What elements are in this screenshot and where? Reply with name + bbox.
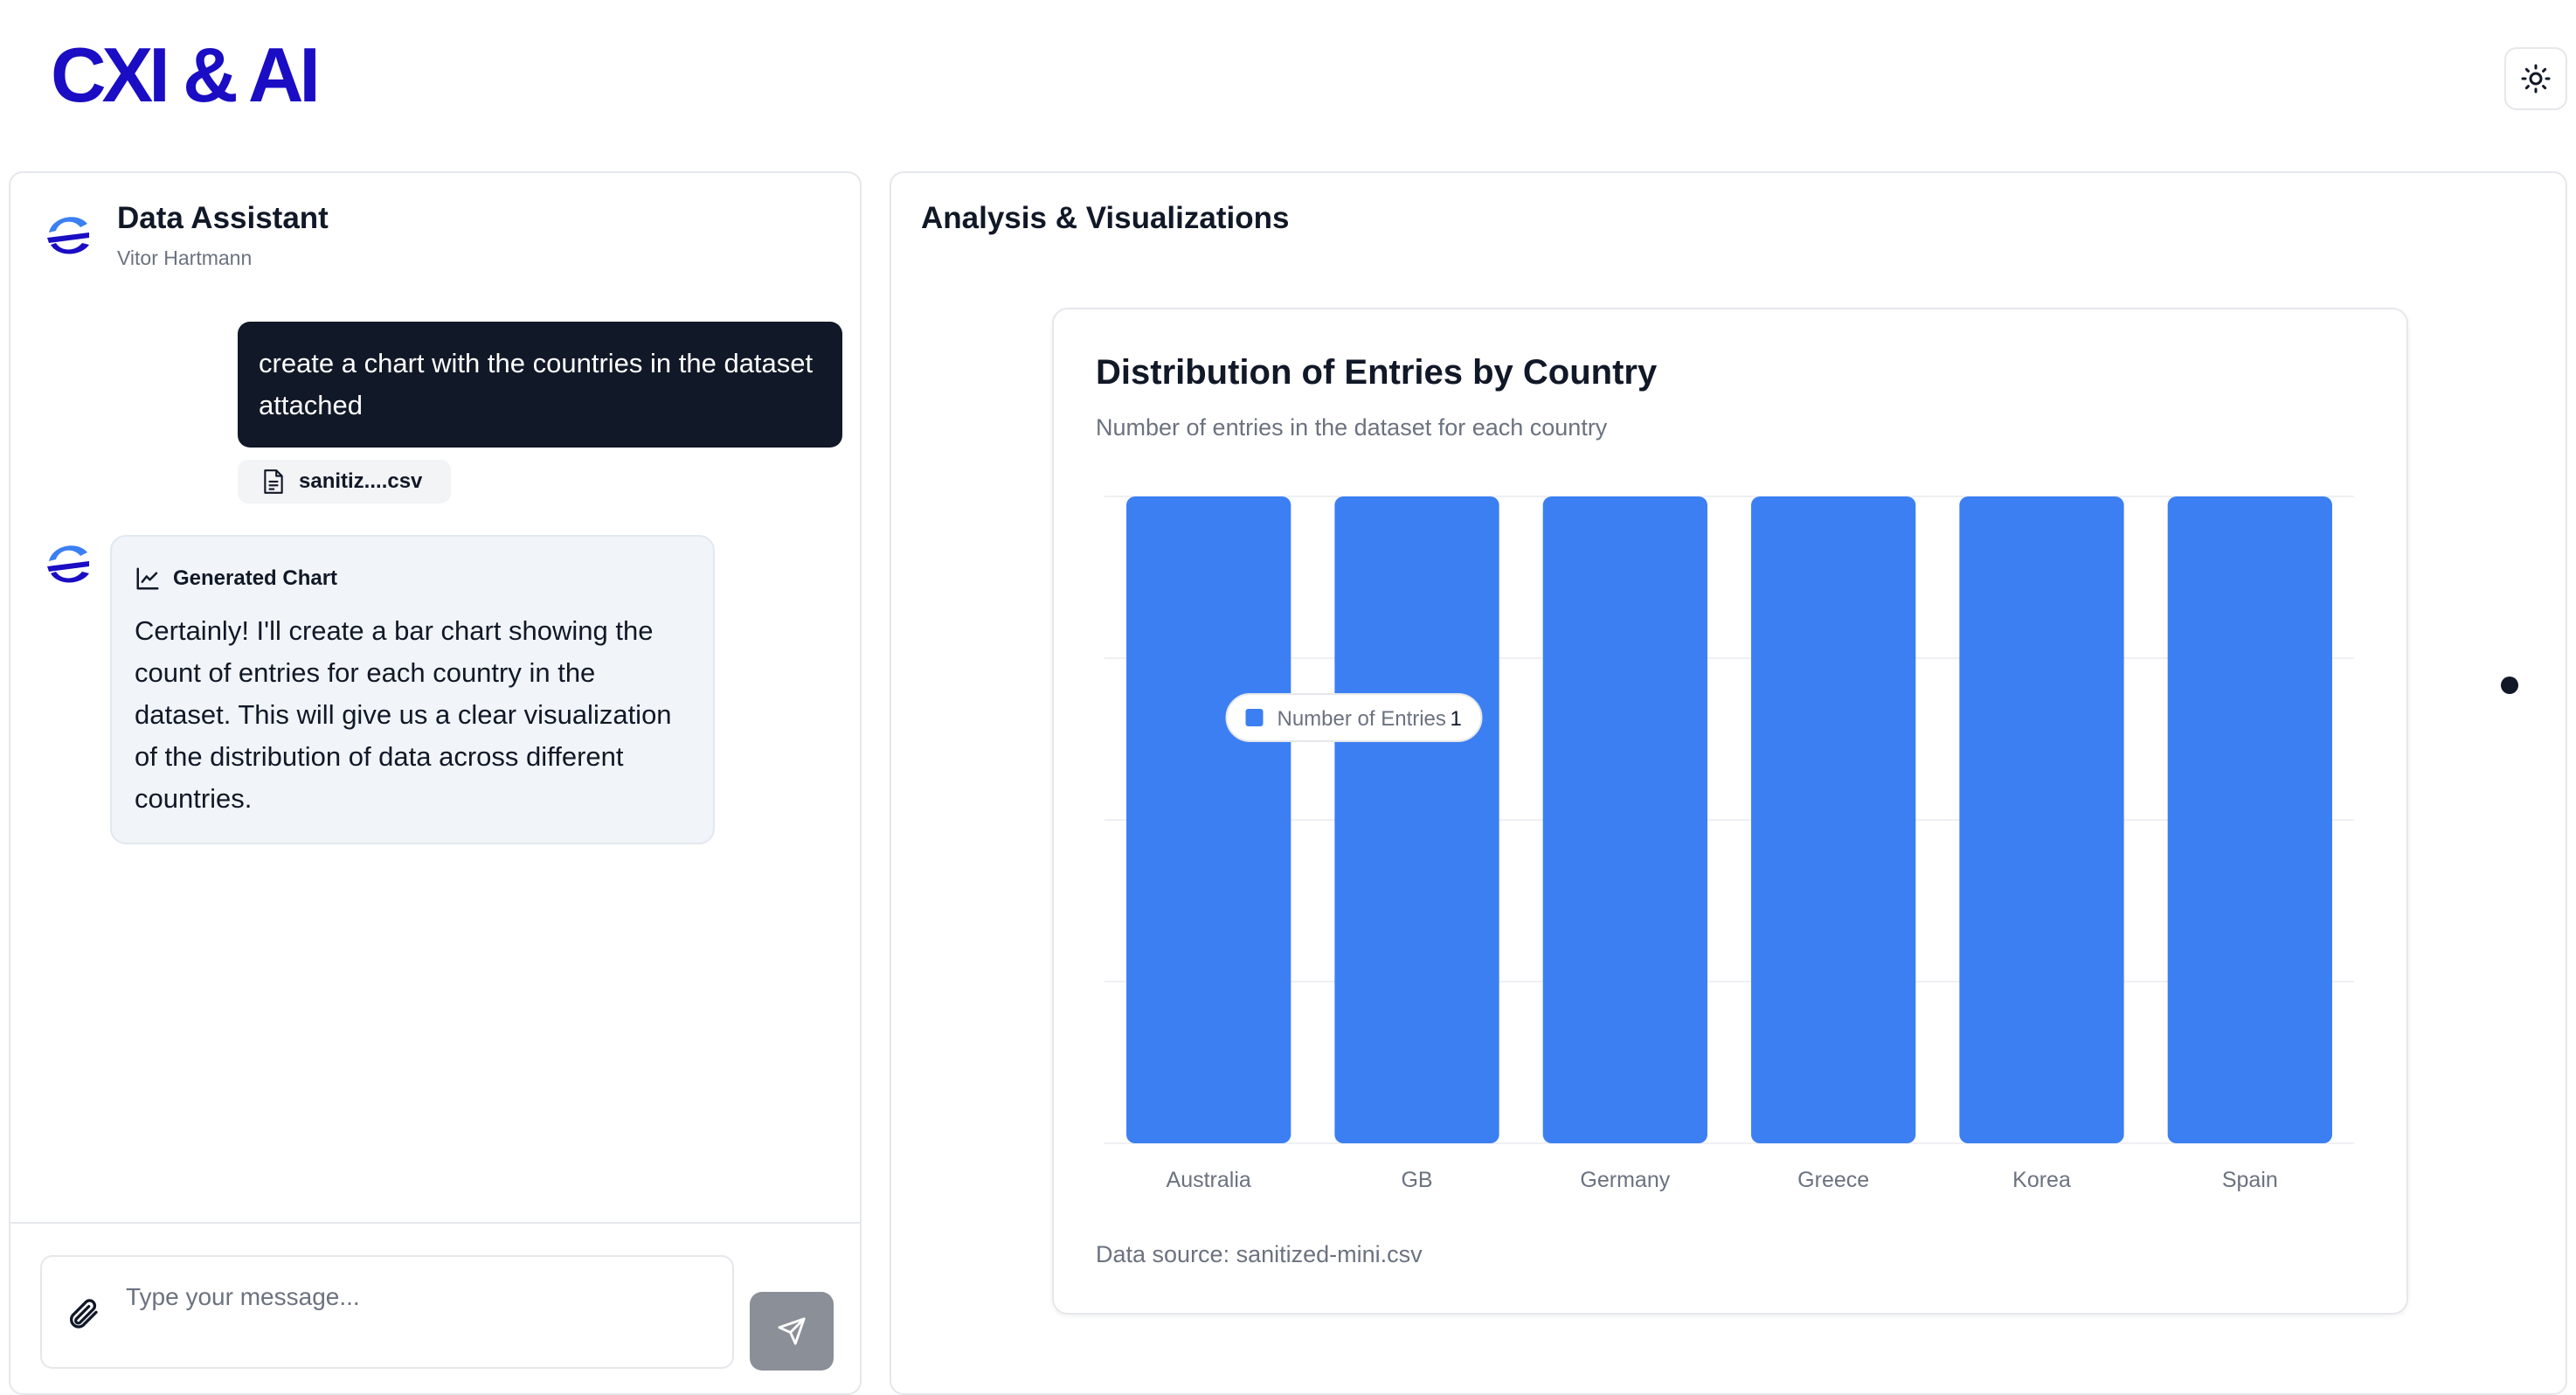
chat-subtitle: Vitor Hartmann	[117, 246, 253, 269]
assistant-avatar-icon	[42, 208, 94, 260]
line-chart-icon	[136, 567, 159, 590]
chart-tooltip: Number of Entries 1	[1225, 693, 1483, 742]
scroll-indicator-dot[interactable]	[2501, 677, 2518, 694]
attachment-name: sanitiz....csv	[299, 469, 423, 493]
attachment-chip[interactable]: sanitiz....csv	[238, 460, 451, 503]
x-tick-label: GB	[1401, 1168, 1432, 1192]
x-tick-label: Germany	[1580, 1168, 1670, 1192]
generated-chart-label[interactable]: Generated Chart	[135, 563, 690, 594]
assistant-avatar-icon	[42, 537, 94, 589]
tooltip-series-name: Number of Entries	[1278, 707, 1446, 731]
input-divider	[10, 1222, 860, 1224]
user-message-bubble: create a chart with the countries in the…	[238, 322, 842, 448]
assistant-message-text: Certainly! I'll create a bar chart showi…	[135, 615, 672, 814]
sun-icon	[2521, 64, 2551, 94]
attach-file-button[interactable]	[61, 1292, 105, 1336]
send-button[interactable]	[750, 1292, 834, 1371]
x-tick-label: Spain	[2222, 1168, 2278, 1192]
message-input-box	[40, 1255, 734, 1369]
visualization-title: Analysis & Visualizations	[921, 201, 1290, 235]
x-tick-label: Australia	[1167, 1168, 1251, 1192]
chat-panel: Data Assistant Vitor Hartmann create a c…	[9, 171, 862, 1395]
chart-bar-korea[interactable]	[1959, 496, 2124, 1143]
chart-bar-greece[interactable]	[1751, 496, 1916, 1143]
send-icon	[778, 1317, 806, 1345]
paperclip-icon	[70, 1299, 98, 1329]
chart-source: Data source: sanitized-mini.csv	[1096, 1241, 1423, 1267]
chart-bar-australia[interactable]	[1126, 496, 1291, 1143]
chart-bar-gb[interactable]	[1334, 496, 1499, 1143]
assistant-message-bubble: Generated Chart Certainly! I'll create a…	[110, 535, 715, 844]
message-input[interactable]	[124, 1276, 718, 1318]
file-icon	[264, 469, 283, 494]
chart-bar-spain[interactable]	[2167, 496, 2332, 1143]
tooltip-swatch	[1245, 709, 1264, 726]
theme-toggle-button[interactable]	[2504, 47, 2567, 110]
bar-chart: Australia GB Germany Greece Korea Spain Number…	[1104, 496, 2354, 1192]
chat-title: Data Assistant	[117, 201, 329, 235]
chart-card: Distribution of Entries by Country Numbe…	[1052, 308, 2408, 1315]
app-logo: CXI & AI	[51, 31, 321, 118]
tooltip-value: 1	[1451, 707, 1462, 731]
chart-bar-germany[interactable]	[1542, 496, 1707, 1143]
x-tick-label: Greece	[1797, 1168, 1869, 1192]
generated-chart-text: Generated Chart	[173, 566, 338, 590]
visualization-panel: Analysis & Visualizations Distribution o…	[890, 171, 2567, 1395]
x-tick-label: Korea	[2012, 1168, 2071, 1192]
